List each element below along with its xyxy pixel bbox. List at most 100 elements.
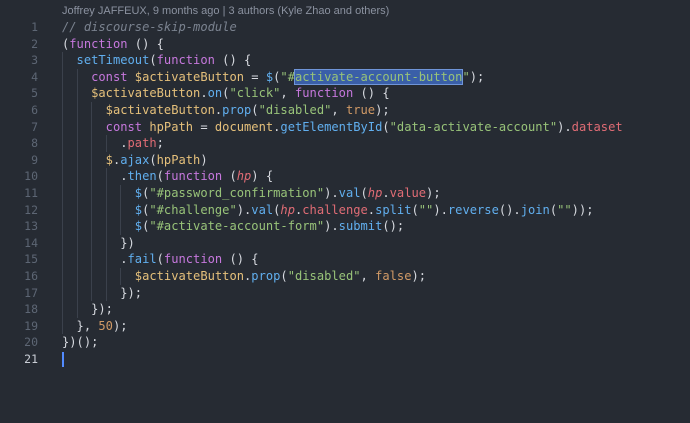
indent-guide <box>76 218 78 235</box>
code-text: $activateButton.prop("disabled", true); <box>106 102 390 119</box>
line-number: 14 <box>24 235 38 250</box>
code-token: false <box>375 268 412 283</box>
code-token: ) { <box>251 169 274 184</box>
indent-guide <box>76 184 78 202</box>
code-token: = <box>193 119 215 134</box>
line-number: 11 <box>24 185 38 200</box>
code-token: ( <box>280 268 288 283</box>
line-number: 9 <box>31 152 38 167</box>
code-editor[interactable]: 1 // discourse-skip-module 2 (function () {… <box>0 19 690 367</box>
code-token: function <box>163 252 223 267</box>
code-text: $("#activate-account-form").submit(); <box>135 218 404 235</box>
code-text: $.ajax(hpPath) <box>106 152 208 169</box>
code-token: }) <box>120 235 135 250</box>
code-line[interactable]: 1 // discourse-skip-module <box>0 19 690 36</box>
line-number: 5 <box>31 86 38 101</box>
code-token: ; <box>156 136 164 151</box>
code-token: $activateButton <box>91 86 201 101</box>
line-number: 3 <box>31 53 38 68</box>
code-line[interactable]: 21 <box>0 351 690 368</box>
code-line[interactable]: 10 .then(function (hp) { <box>0 168 690 185</box>
code-token: ( <box>382 119 390 134</box>
indent-guide <box>76 85 78 102</box>
code-token: ). <box>236 202 252 217</box>
indent-guide <box>105 251 107 268</box>
code-line[interactable]: 5 $activateButton.on("click", function ()… <box>0 85 690 102</box>
code-text: .then(function (hp) { <box>120 168 273 185</box>
code-line[interactable]: 16 $activateButton.prop("disabled", false… <box>0 267 690 285</box>
code-line[interactable]: 6 $activateButton.prop("disabled", true); <box>0 101 690 119</box>
code-line[interactable]: 11 $("#password_confirmation").val(hp.val… <box>0 184 690 202</box>
code-line[interactable]: 20})(); <box>0 334 690 351</box>
indent-guide <box>62 118 63 136</box>
code-token: // discourse-skip-module <box>62 20 237 34</box>
line-number: 19 <box>24 318 38 333</box>
indent-guide <box>91 151 93 169</box>
code-token: reverse <box>447 202 499 217</box>
code-token: . <box>120 136 128 151</box>
line-number: 15 <box>24 252 38 267</box>
code-token: val <box>338 185 361 200</box>
indent-guide <box>91 118 93 136</box>
code-line[interactable]: 17}); <box>0 284 690 302</box>
code-token: " <box>462 69 470 84</box>
code-line[interactable]: 7 const hpPath = document.getElementById(… <box>0 118 690 136</box>
code-token: join <box>520 202 550 217</box>
code-token: (). <box>498 202 521 217</box>
code-token: hp <box>236 169 252 184</box>
indent-guide <box>62 68 63 86</box>
code-line[interactable]: 15 .fail(function () { <box>0 251 690 268</box>
code-token: function <box>294 86 354 101</box>
line-number: 6 <box>31 102 38 117</box>
code-text: }); <box>91 301 113 318</box>
code-token: })(); <box>62 335 99 350</box>
code-line[interactable]: 19 }, 50); <box>0 317 690 335</box>
indent-guide <box>76 151 78 169</box>
code-line[interactable]: 13 $("#activate-account-form").submit(); <box>0 218 690 235</box>
indent-guide <box>105 201 107 219</box>
code-line[interactable]: 14}) <box>0 234 690 252</box>
code-token: function <box>69 36 128 51</box>
indent-guide <box>105 168 107 185</box>
text-cursor <box>62 351 64 367</box>
git-blame-annotation[interactable]: Joffrey JAFFEUX, 9 months ago | 3 author… <box>62 3 389 19</box>
code-text: setTimeout(function () { <box>77 52 252 69</box>
line-number: 1 <box>31 20 38 34</box>
code-line[interactable]: 4 const $activateButton = $("#activate-ac… <box>0 68 690 86</box>
indent-guide <box>62 201 63 219</box>
code-token: ( <box>156 252 164 267</box>
indent-guide <box>62 218 63 235</box>
indent-guide <box>91 218 93 235</box>
code-token: "#challenge" <box>149 202 237 217</box>
code-token: submit <box>338 219 383 234</box>
code-token: ( <box>251 102 259 117</box>
code-token: hpPath <box>156 152 201 167</box>
code-text: }, 50); <box>77 318 128 335</box>
code-token: ). <box>324 219 339 234</box>
line-number: 16 <box>24 268 38 283</box>
code-token: ). <box>433 202 448 217</box>
code-text: $activateButton.prop("disabled", false); <box>135 268 426 285</box>
code-token: "#activate-account-form" <box>149 219 325 234</box>
code-token: ) <box>200 152 208 167</box>
code-text: $activateButton.on("click", function () … <box>91 85 390 102</box>
code-token: $ <box>134 185 143 200</box>
code-line[interactable]: 8 .path; <box>0 135 690 152</box>
code-token: hpPath <box>149 119 194 134</box>
code-line[interactable]: 3 setTimeout(function () { <box>0 52 690 69</box>
code-token: "click" <box>229 86 281 101</box>
code-line[interactable]: 12 $("#challenge").val(hp.challenge.split… <box>0 201 690 219</box>
indent-guide <box>76 201 78 219</box>
indent-guide <box>76 101 78 119</box>
indent-guide <box>105 184 107 202</box>
indent-guide <box>76 234 78 252</box>
code-token: }); <box>91 302 113 317</box>
code-line[interactable]: 2 (function () { <box>0 36 690 53</box>
indent-guide <box>76 135 78 152</box>
code-token: $activateButton <box>105 102 215 117</box>
code-line[interactable]: 18}); <box>0 301 690 318</box>
code-token: ); <box>411 268 427 283</box>
indent-guide <box>105 284 107 302</box>
line-number: 17 <box>24 285 38 300</box>
code-line[interactable]: 9 $.ajax(hpPath) <box>0 151 690 169</box>
